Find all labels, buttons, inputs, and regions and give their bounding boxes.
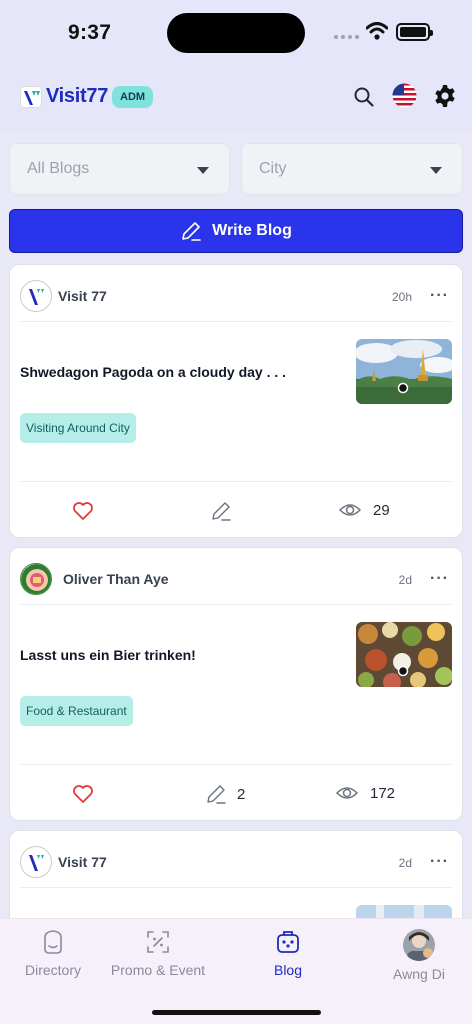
logo-mark-icon	[20, 85, 42, 108]
nav-label: Directory	[24, 962, 81, 978]
divider	[20, 321, 452, 322]
us-flag-icon[interactable]	[392, 83, 417, 108]
like-button[interactable]	[72, 501, 94, 521]
author-name[interactable]: Oliver Than Aye	[63, 571, 169, 587]
status-time: 9:37	[68, 21, 112, 44]
post-thumbnail[interactable]	[356, 339, 452, 404]
heart-icon	[73, 502, 93, 520]
blog-type-select[interactable]: All Blogs	[9, 143, 230, 195]
blog-icon	[277, 931, 299, 953]
pencil-icon	[207, 785, 226, 804]
author-name[interactable]: Visit 77	[58, 854, 107, 870]
home-indicator	[152, 1010, 321, 1015]
post-title[interactable]: Lasst uns ein Bier trinken!	[20, 647, 196, 663]
views-count: 29	[339, 501, 390, 519]
card-header: Oliver Than Aye 2d ···	[10, 548, 462, 604]
divider	[20, 481, 452, 482]
wifi-icon	[366, 22, 388, 40]
comment-button[interactable]: 2	[205, 783, 245, 805]
directory-icon	[44, 930, 62, 954]
views-number: 172	[370, 784, 396, 802]
app-logo[interactable]: Visit77 ADM	[20, 85, 154, 108]
post-title[interactable]: Shwedagon Pagoda on a cloudy day . . .	[20, 364, 286, 380]
heart-icon	[73, 785, 93, 803]
more-options-icon[interactable]: ···	[430, 287, 449, 305]
gear-icon[interactable]	[433, 84, 457, 108]
category-tag[interactable]: Visiting Around City	[20, 413, 136, 443]
signal-icon	[334, 35, 359, 39]
nav-profile[interactable]: Awng Di	[388, 929, 450, 982]
profile-avatar	[403, 929, 435, 961]
views-count: 172	[336, 784, 395, 802]
promo-icon	[147, 931, 169, 953]
blog-card[interactable]: Oliver Than Aye 2d ··· Lasst uns ein Bie…	[9, 547, 463, 821]
chevron-down-icon	[430, 167, 442, 174]
more-options-icon[interactable]: ···	[430, 853, 449, 871]
blog-card[interactable]: Visit 77 20h ··· Shwedagon Pagoda on a c…	[9, 264, 463, 538]
post-time: 2d	[398, 856, 412, 870]
author-name[interactable]: Visit 77	[58, 288, 107, 304]
top-bar: 9:37 Visit77 ADM	[0, 0, 472, 132]
city-select[interactable]: City	[241, 143, 463, 195]
nav-label: Awng Di	[393, 966, 445, 982]
card-header: Visit 77 20h ···	[10, 265, 462, 321]
post-time: 2d	[398, 573, 412, 587]
city-value: City	[259, 160, 287, 177]
like-button[interactable]	[72, 784, 94, 804]
nav-label: Blog	[273, 962, 303, 978]
logo-text: Visit77	[46, 85, 109, 107]
eye-icon	[336, 787, 358, 799]
post-thumbnail[interactable]	[356, 622, 452, 687]
divider	[20, 764, 452, 765]
blog-type-value: All Blogs	[27, 160, 90, 177]
write-blog-button[interactable]: Write Blog	[9, 209, 463, 253]
author-avatar[interactable]	[20, 846, 52, 878]
chevron-down-icon	[197, 167, 209, 174]
pencil-icon	[182, 222, 201, 241]
comment-count: 2	[237, 785, 246, 803]
divider	[20, 887, 452, 888]
search-icon[interactable]	[353, 86, 375, 108]
battery-icon	[396, 23, 433, 41]
post-time: 20h	[391, 290, 412, 304]
more-options-icon[interactable]: ···	[430, 570, 449, 588]
comment-button[interactable]	[210, 500, 232, 522]
nav-label: Promo & Event	[110, 962, 206, 978]
nav-blog[interactable]: Blog	[266, 929, 310, 978]
card-header: Visit 77 2d ···	[10, 831, 462, 887]
nav-directory[interactable]: Directory	[23, 929, 83, 978]
category-tag[interactable]: Food & Restaurant	[20, 696, 133, 726]
write-blog-label: Write Blog	[212, 222, 292, 239]
views-number: 29	[373, 501, 390, 519]
role-badge: ADM	[112, 85, 154, 108]
author-avatar[interactable]	[20, 280, 52, 312]
author-avatar[interactable]	[20, 563, 52, 595]
divider	[20, 604, 452, 605]
eye-icon	[339, 504, 361, 516]
pencil-icon	[212, 502, 231, 521]
bottom-navigation: Directory Promo & Event Blog Awng Di	[0, 918, 472, 1024]
nav-promo-event[interactable]: Promo & Event	[110, 929, 206, 978]
dynamic-island	[167, 13, 305, 53]
